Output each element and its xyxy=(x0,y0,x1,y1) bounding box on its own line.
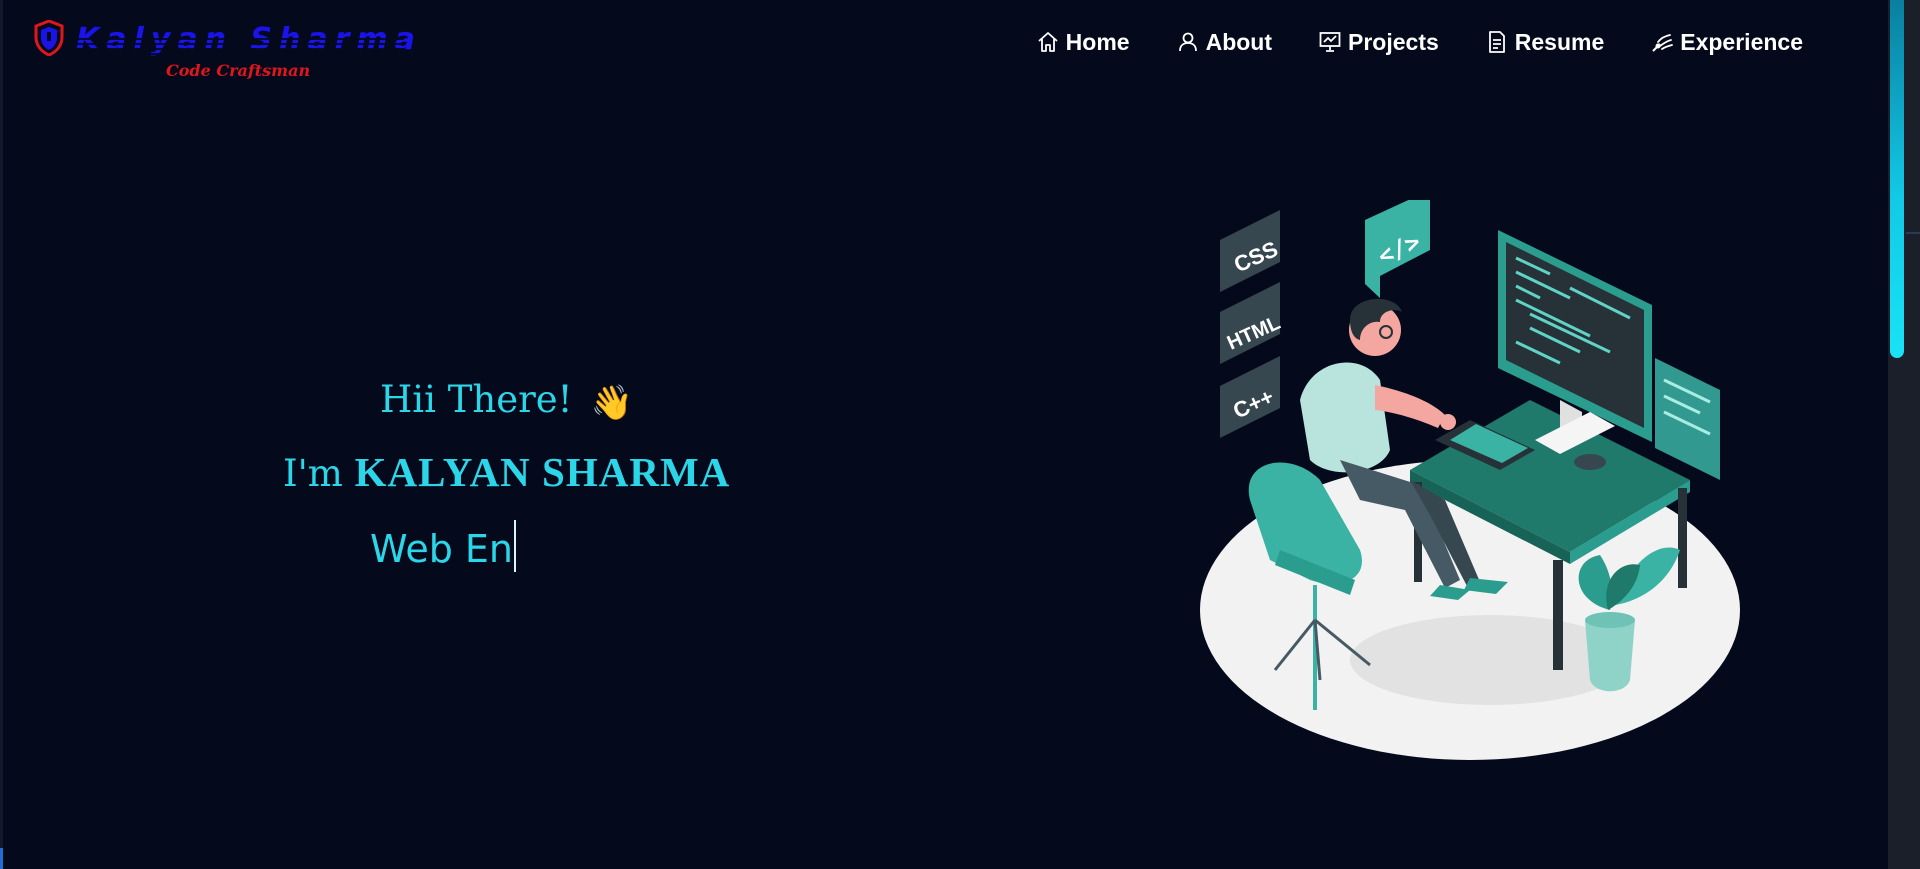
document-icon xyxy=(1485,30,1509,54)
scrollbar-marker xyxy=(1906,232,1920,234)
hero-intro: I'm KALYAN SHARMA xyxy=(283,448,730,496)
greeting-text: Hii There! xyxy=(380,378,573,421)
nav-about[interactable]: About xyxy=(1176,29,1272,56)
main-nav: Home About Projects Resume Experience xyxy=(990,24,1803,60)
developer-illustration: CSS HTML C++ </> xyxy=(1190,190,1750,770)
taskbar-edge xyxy=(0,848,3,869)
typed-role: Web En xyxy=(370,527,514,571)
presentation-icon xyxy=(1318,30,1342,54)
portfolio-page: Kalyan Sharma Code Craftsman Home About xyxy=(0,0,1920,869)
html-badge: HTML xyxy=(1220,282,1284,364)
typewriter-text: Web En xyxy=(370,520,517,572)
person-torso xyxy=(1300,362,1390,473)
desk-leg xyxy=(1553,560,1563,670)
signal-icon xyxy=(1650,30,1674,54)
page-scrollbar[interactable] xyxy=(1888,0,1920,869)
nav-experience[interactable]: Experience xyxy=(1650,29,1803,56)
nav-home[interactable]: Home xyxy=(1036,29,1130,56)
mouse xyxy=(1574,454,1606,470)
nav-projects[interactable]: Projects xyxy=(1318,29,1439,56)
cpp-badge: C++ xyxy=(1220,356,1280,438)
shield-logo-icon xyxy=(34,19,64,57)
side-screen xyxy=(1655,358,1720,480)
home-icon xyxy=(1036,30,1060,54)
wave-hand-icon: 👋 xyxy=(590,383,633,423)
scrollbar-thumb[interactable] xyxy=(1890,0,1904,358)
brand-tagline: Code Craftsman xyxy=(166,61,311,80)
window-edge xyxy=(0,0,3,869)
text-cursor xyxy=(514,520,517,572)
brand-logo[interactable]: Kalyan Sharma Code Craftsman xyxy=(34,14,415,84)
nav-projects-label: Projects xyxy=(1348,28,1439,55)
hero-name: KALYAN SHARMA xyxy=(354,449,731,495)
nav-experience-label: Experience xyxy=(1680,28,1803,55)
nav-home-label: Home xyxy=(1065,28,1130,55)
code-bubble-icon: </> xyxy=(1365,190,1430,298)
css-badge: CSS xyxy=(1220,210,1282,292)
brand-name: Kalyan Sharma xyxy=(76,22,422,57)
user-icon xyxy=(1176,30,1200,54)
nav-resume[interactable]: Resume xyxy=(1485,29,1604,56)
nav-resume-label: Resume xyxy=(1514,28,1605,55)
hero-greeting: Hii There! 👋 xyxy=(380,378,633,423)
intro-prefix: I'm xyxy=(283,452,355,495)
site-header: Kalyan Sharma Code Craftsman Home About xyxy=(0,0,1888,92)
nav-about-label: About xyxy=(1205,28,1272,55)
